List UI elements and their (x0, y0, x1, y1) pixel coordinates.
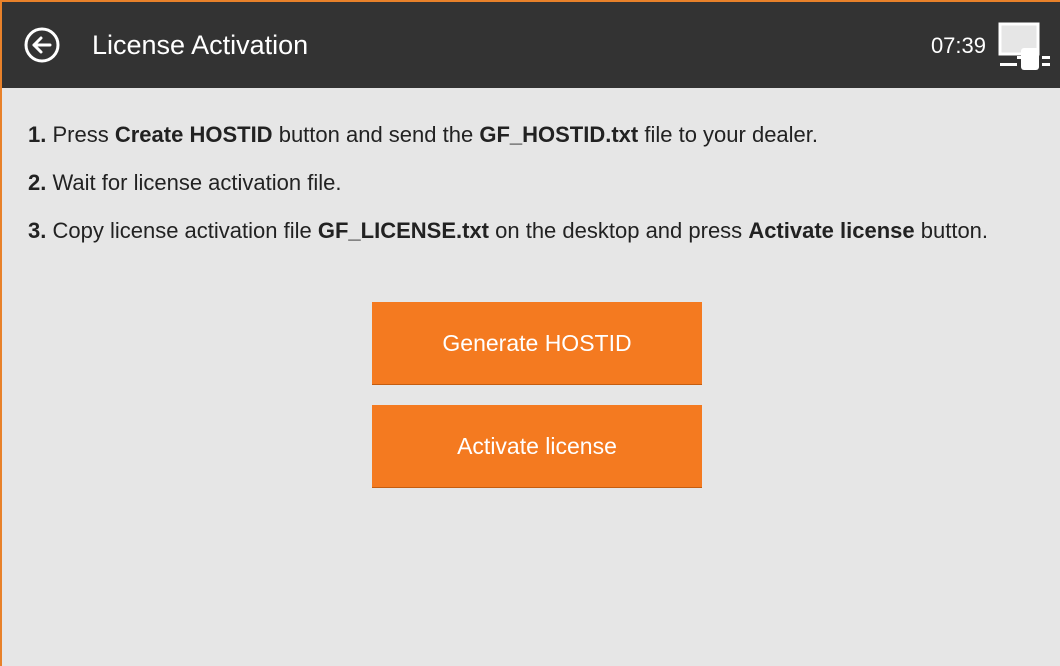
step-3-text-a: Copy license activation file (52, 218, 312, 243)
step-3-text-c: button. (920, 218, 989, 243)
step-1-bold-a: Create HOSTID (114, 122, 273, 147)
step-2: 2. Wait for license activation file. (28, 168, 341, 198)
step-1-text-a: Press (52, 122, 109, 147)
step-3: 3. Copy license activation file GF_LICEN… (28, 216, 1008, 246)
generate-hostid-button[interactable]: Generate HOSTID (372, 302, 702, 384)
step-2-number: 2. (28, 170, 47, 195)
step-3-bold-b: Activate license (748, 218, 915, 243)
page-title: License Activation (92, 30, 309, 60)
step-3-number: 3. (28, 218, 47, 243)
step-2-text: Wait for license activation file. (52, 170, 342, 195)
step-1-number: 1. (28, 122, 47, 147)
step-3-text-b: on the desktop and press (495, 218, 743, 243)
step-1-text-b: button and send the (278, 122, 474, 147)
activate-license-button[interactable]: Activate license (372, 405, 702, 487)
display-settings-icon[interactable] (997, 21, 1053, 73)
clock: 07:39 (930, 33, 986, 58)
step-3-bold-a: GF_LICENSE.txt (317, 218, 489, 243)
step-1-bold-b: GF_HOSTID.txt (479, 122, 639, 147)
step-1-text-c: file to your dealer. (644, 122, 819, 147)
back-arrow-circle-icon[interactable] (24, 27, 60, 63)
title-bar: License Activation 07:39 (2, 2, 1060, 88)
step-1: 1. Press Create HOSTID button and send t… (28, 120, 818, 150)
